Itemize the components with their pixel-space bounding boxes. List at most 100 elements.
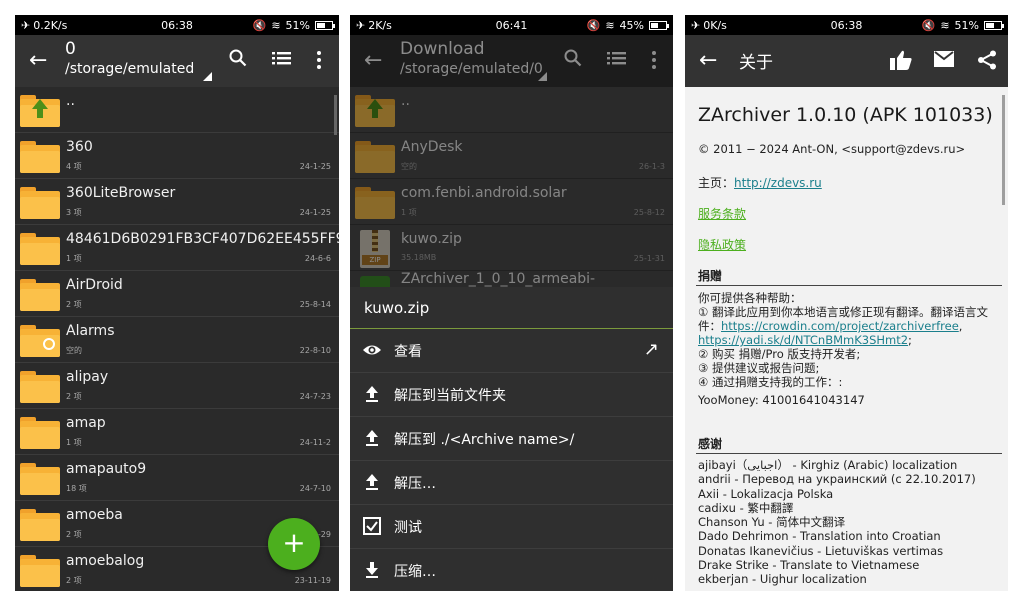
status-bar: ✈ 2K/s 06:41 🔇 ≋ 45% <box>350 15 673 35</box>
path-dropdown-icon[interactable] <box>538 72 547 81</box>
yadisk-link[interactable]: https://yadi.sk/d/NTCnBMmK3SHmt2 <box>698 333 908 347</box>
app-bar: ← 0 /storage/emulated <box>15 35 339 87</box>
wifi-icon: ≋ <box>271 18 281 32</box>
download-icon <box>362 560 382 580</box>
list-item[interactable]: amap 1 项 24-11-2 <box>15 409 339 455</box>
list-item[interactable]: alipay 2 项 24-7-23 <box>15 363 339 409</box>
menu-item-compress[interactable]: 压缩… <box>350 549 673 591</box>
folder-icon <box>355 141 395 173</box>
app-version-title: ZArchiver 1.0.10 (APK 101033) <box>698 104 993 126</box>
item-date: 25-8-12 <box>633 208 665 217</box>
phone-screen-archive-menu: ✈ 2K/s 06:41 🔇 ≋ 45% ← Download /storage/em… <box>350 15 673 591</box>
context-menu-sheet: kuwo.zip 查看 ↗ 解压到当前文件夹 解压到 ./<Archive na… <box>350 287 673 591</box>
list-item[interactable]: ZIP kuwo.zip 35.18MB 25-1-31 <box>350 225 673 271</box>
add-button[interactable]: + <box>268 518 320 570</box>
list-item[interactable]: Alarms 空的 22-8-10 <box>15 317 339 363</box>
privacy-link[interactable]: 隐私政策 <box>698 236 746 253</box>
mute-icon: 🔇 <box>252 18 267 32</box>
list-item[interactable]: 360LiteBrowser 3 项 24-1-25 <box>15 179 339 225</box>
donate-heading: 捐赠 <box>698 269 723 283</box>
parent-folder-label: .. <box>401 93 410 109</box>
crowdin-link[interactable]: https://crowdin.com/project/zarchiverfre… <box>721 319 959 333</box>
list-view-icon[interactable] <box>607 49 627 72</box>
scrollbar[interactable] <box>334 95 337 135</box>
folder-icon <box>20 555 60 587</box>
folder-icon <box>20 417 60 449</box>
item-date: 25-1-31 <box>633 254 665 263</box>
item-name: kuwo.zip <box>401 231 462 247</box>
scrollbar[interactable] <box>1002 95 1005 205</box>
menu-item-extract[interactable]: 解压… <box>350 461 673 505</box>
folder-up-icon <box>355 95 395 127</box>
back-arrow-icon[interactable]: ← <box>29 48 47 73</box>
path-dropdown-icon[interactable] <box>203 72 212 81</box>
folder-up-icon <box>20 95 60 127</box>
file-list: .. AnyDesk 空的 26-1-3 com.fenbi.android.s… <box>350 87 673 317</box>
list-item-parent[interactable]: .. <box>350 87 673 133</box>
folder-icon <box>355 187 395 219</box>
status-bar: ✈ 0.2K/s 06:38 🔇 ≋ 51% <box>15 15 339 35</box>
item-info: 1 项 <box>66 254 82 263</box>
about-content: ZArchiver 1.0.10 (APK 101033) © 2011 − 2… <box>685 87 1008 591</box>
item-info: 3 项 <box>66 208 82 217</box>
more-menu-icon[interactable] <box>317 51 321 69</box>
item-size: 35.18MB <box>401 253 437 262</box>
folder-path[interactable]: /storage/emulated/0 <box>400 61 543 77</box>
terms-link[interactable]: 服务条款 <box>698 205 746 222</box>
menu-item-test[interactable]: 测试 <box>350 505 673 549</box>
search-icon[interactable] <box>564 49 582 72</box>
zip-file-icon: ZIP <box>360 230 390 268</box>
folder-title: Download <box>400 39 485 59</box>
back-arrow-icon[interactable]: ← <box>699 48 717 73</box>
folder-path[interactable]: /storage/emulated <box>65 61 194 77</box>
share-icon[interactable] <box>977 50 997 75</box>
item-name: 360 <box>66 139 93 155</box>
item-date: 22-8-10 <box>299 346 331 355</box>
battery-icon <box>315 20 335 30</box>
phone-screen-about: ✈ 0K/s 06:38 🔇 ≋ 51% ← 关于 ZArchiver 1.0.10 … <box>685 15 1008 591</box>
list-item[interactable]: 360 4 项 24-1-25 <box>15 133 339 179</box>
wifi-icon: ≋ <box>940 18 950 32</box>
item-name: amoeba <box>66 507 123 523</box>
list-item[interactable]: 48461D6B0291FB3CF407D62EE455FF93 1 项 24-6-… <box>15 225 339 271</box>
list-item-parent[interactable]: .. <box>15 87 339 133</box>
more-menu-icon[interactable] <box>652 51 656 69</box>
item-info: 2 项 <box>66 530 82 539</box>
app-bar: ← Download /storage/emulated/0 <box>350 35 673 87</box>
upload-icon <box>362 428 382 448</box>
open-external-icon[interactable]: ↗ <box>644 339 659 360</box>
item-date: 26-1-3 <box>638 162 665 171</box>
back-arrow-icon[interactable]: ← <box>364 48 382 73</box>
app-bar: ← 关于 <box>685 35 1008 87</box>
credit-line: andrii - Перевод на украинский (с 22.10.… <box>698 472 976 487</box>
item-name: AirDroid <box>66 277 123 293</box>
list-view-icon[interactable] <box>272 49 292 72</box>
item-info: 2 项 <box>66 300 82 309</box>
item-name: amoebalog <box>66 553 145 569</box>
search-icon[interactable] <box>229 49 247 72</box>
status-bar: ✈ 0K/s 06:38 🔇 ≋ 51% <box>685 15 1008 35</box>
mute-icon: 🔇 <box>921 18 936 32</box>
item-name: com.fenbi.android.solar <box>401 185 567 201</box>
folder-icon <box>20 463 60 495</box>
item-date: 24-1-25 <box>299 162 331 171</box>
item-info: 1 项 <box>66 438 82 447</box>
phone-screen-file-list: ✈ 0.2K/s 06:38 🔇 ≋ 51% ← 0 /storage/emulate… <box>15 15 339 591</box>
list-item[interactable]: com.fenbi.android.solar 1 项 25-8-12 <box>350 179 673 225</box>
mute-icon: 🔇 <box>586 18 601 32</box>
list-item[interactable]: amapauto9 18 项 24-7-10 <box>15 455 339 501</box>
list-item[interactable]: AnyDesk 空的 26-1-3 <box>350 133 673 179</box>
list-item[interactable]: AirDroid 2 项 25-8-14 <box>15 271 339 317</box>
mail-icon[interactable] <box>934 51 954 72</box>
battery-percent: 51% <box>954 18 979 32</box>
item-info: 空的 <box>66 346 82 355</box>
menu-item-view[interactable]: 查看 ↗ <box>350 329 673 373</box>
item-date: 24-6-6 <box>304 254 331 263</box>
thumbs-up-icon[interactable] <box>890 50 912 75</box>
menu-item-extract-here[interactable]: 解压到当前文件夹 <box>350 373 673 417</box>
menu-item-extract-to-folder[interactable]: 解压到 ./<Archive name>/ <box>350 417 673 461</box>
credit-line: ekberjan - Uighur localization <box>698 572 867 587</box>
homepage-link[interactable]: http://zdevs.ru <box>734 176 822 190</box>
credits-list: ajibayi（اجبايى） - Kirghiz (Arabic) local… <box>698 458 976 587</box>
file-list: .. 360 4 项 24-1-25 360LiteBrowser 3 项 24-1-25… <box>15 87 339 591</box>
